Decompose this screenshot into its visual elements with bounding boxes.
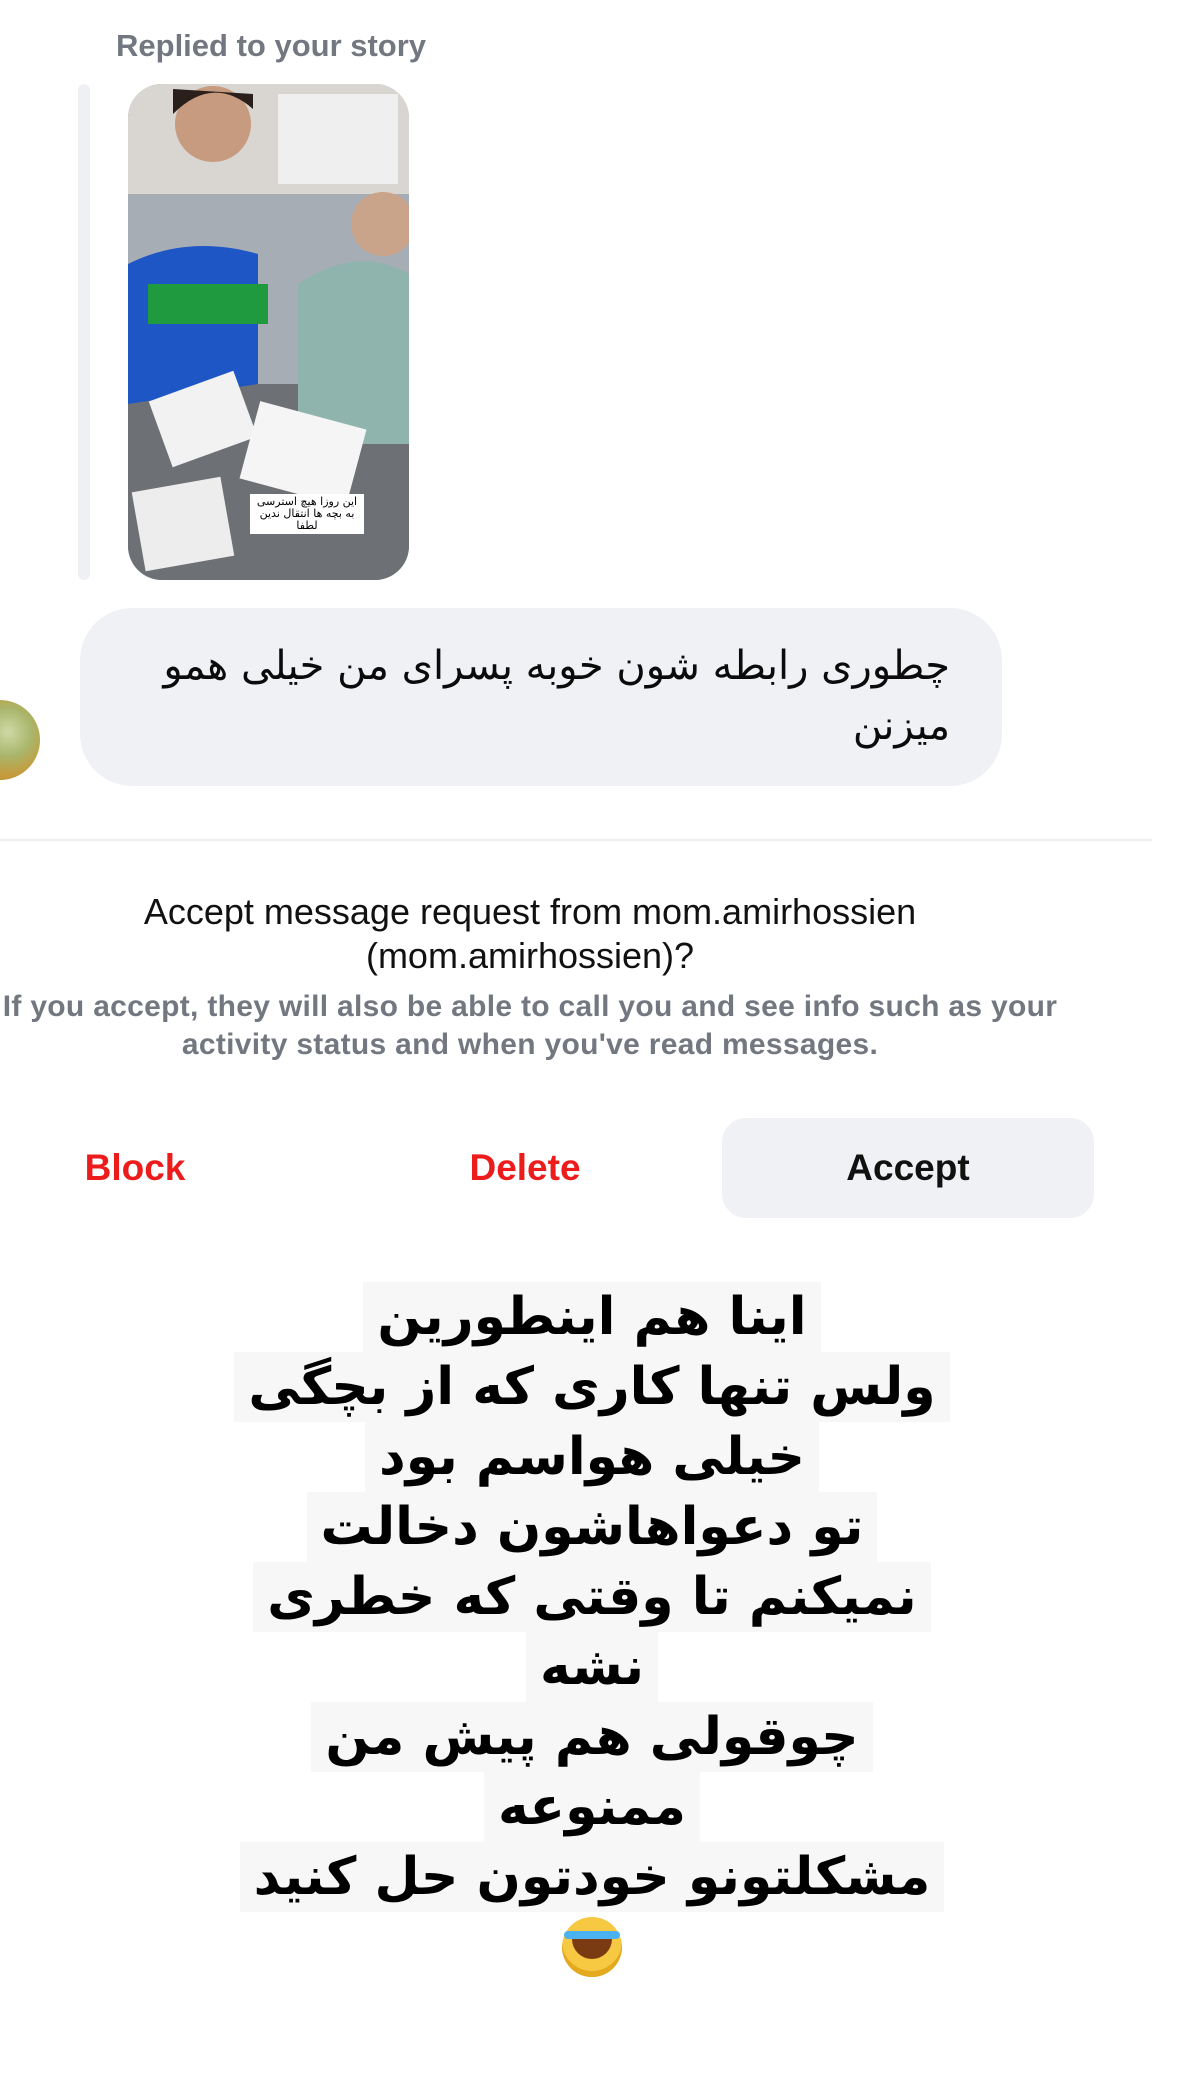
story-thumbnail[interactable]: این روزا هیچ استرسی به بچه ها انتقال ندی…: [128, 84, 409, 580]
overlay-line: ولس تنها کاری که از بچگی: [234, 1352, 950, 1422]
laughing-with-tears-emoji-icon: [562, 1917, 622, 1977]
overlay-line: اینا هم اینطورین: [363, 1282, 821, 1352]
overlay-line: مشکلتونو خودتون حل کنید: [239, 1842, 945, 1912]
overlay-line: خیلی هواسم بود: [365, 1422, 819, 1492]
block-button[interactable]: Block: [40, 1118, 230, 1218]
accept-button[interactable]: Accept: [722, 1118, 1094, 1218]
story-text-overlay: اینا هم اینطورین ولس تنها کاری که از بچگ…: [230, 1282, 954, 1982]
delete-button[interactable]: Delete: [430, 1118, 620, 1218]
message-text: چطوری رابطه شون خوبه پسرای من خیلی همو م…: [163, 643, 950, 749]
request-title: Accept message request from mom.amirhoss…: [0, 890, 1060, 978]
divider: [0, 839, 1152, 841]
overlay-line: تو دعواهاشون دخالت: [306, 1492, 878, 1562]
overlay-line: ممنوعه: [484, 1772, 700, 1842]
sender-avatar[interactable]: [0, 700, 40, 780]
request-username: (mom.amirhossien)?: [365, 935, 695, 976]
story-caption: این روزا هیچ استرسی به بچه ها انتقال ندی…: [250, 494, 364, 534]
overlay-line: نمیکنم تا وقتی که خطری: [253, 1562, 931, 1632]
request-title-line1: Accept message request from mom.amirhoss…: [143, 891, 917, 932]
overlay-line: نشه: [526, 1632, 658, 1702]
overlay-line: چوقولی هم پیش من: [311, 1702, 873, 1772]
reply-quote-bar: [78, 84, 90, 580]
request-subtitle: If you accept, they will also be able to…: [2, 990, 1058, 1061]
replied-to-story-label: Replied to your story: [116, 28, 427, 63]
message-bubble[interactable]: چطوری رابطه شون خوبه پسرای من خیلی همو م…: [80, 608, 1002, 786]
